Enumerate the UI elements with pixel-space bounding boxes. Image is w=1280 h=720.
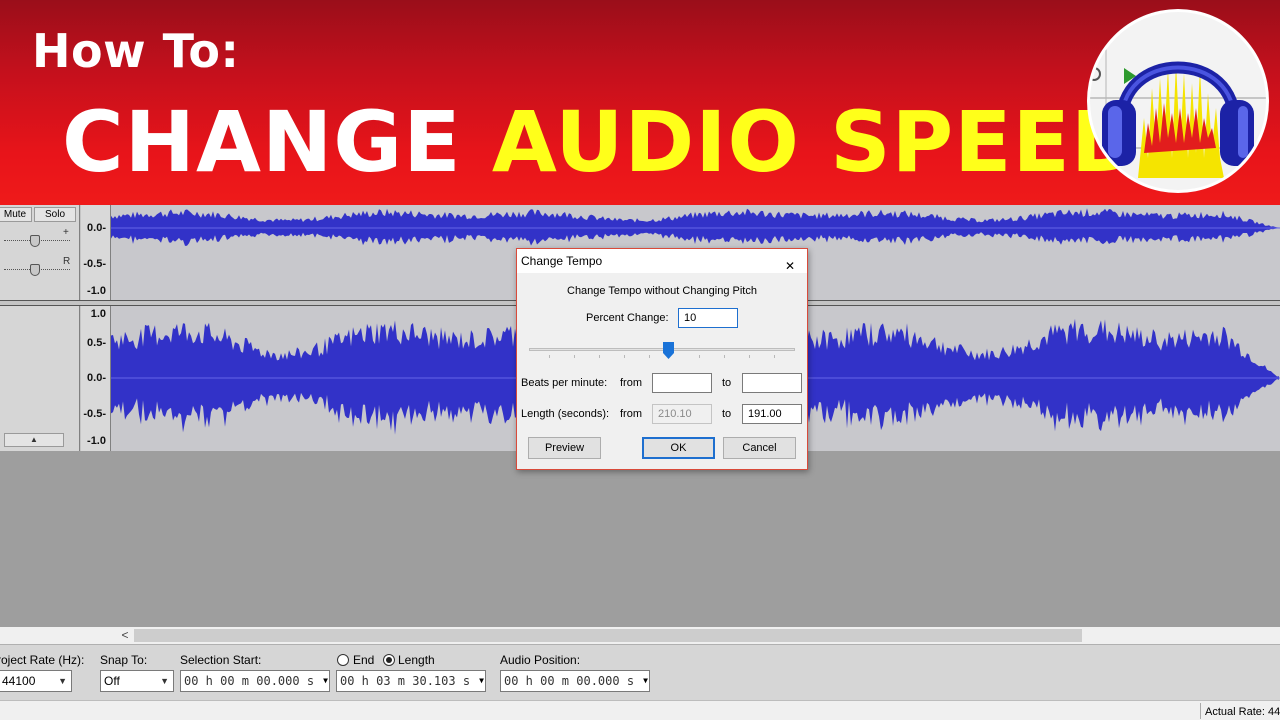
pan-slider-knob[interactable] (30, 264, 40, 276)
snap-to-label: Snap To: (100, 653, 148, 667)
percent-change-input[interactable] (678, 308, 738, 328)
pan-slider[interactable] (4, 264, 70, 276)
slider-thumb[interactable] (663, 342, 674, 359)
length-from-label: from (620, 408, 642, 420)
scroll-left-arrow[interactable]: < (118, 627, 132, 644)
close-icon: ✕ (785, 259, 796, 273)
project-rate-select[interactable]: 44100 ▼ (0, 670, 72, 692)
bpm-from-label: from (620, 377, 642, 389)
audio-position-field[interactable]: 00 h 00 m 00.000 s ▼ (500, 670, 650, 692)
length-label: Length (398, 653, 435, 667)
length-from-input (652, 404, 712, 424)
ruler-label: 0.5- (87, 337, 106, 349)
percent-change-label: Percent Change: (586, 312, 669, 324)
length-label: Length (seconds): (521, 408, 610, 420)
gain-plus-label: + (63, 227, 69, 238)
banner-title-white: CHANGE (62, 93, 462, 191)
change-tempo-dialog: Change Tempo ✕ Change Tempo without Chan… (516, 248, 808, 470)
track-control-panel: Mute Solo + R ▲ (0, 205, 80, 451)
horizontal-scrollbar[interactable]: < (0, 627, 1280, 644)
chevron-down-icon: ▼ (643, 676, 648, 685)
dialog-title-bar[interactable]: Change Tempo ✕ (517, 249, 807, 273)
gain-slider-knob[interactable] (30, 235, 40, 247)
ruler-label: 1.0 (90, 308, 106, 320)
selection-start-value: 00 h 00 m 00.000 s (184, 674, 315, 688)
audio-position-value: 00 h 00 m 00.000 s (504, 674, 635, 688)
preview-button[interactable]: Preview (528, 437, 601, 459)
selection-start-field[interactable]: 00 h 00 m 00.000 s ▼ (180, 670, 330, 692)
bpm-to-label: to (722, 377, 732, 389)
ruler-label: -0.5- (83, 408, 106, 420)
ruler-label: 0.0- (87, 372, 106, 384)
mute-button[interactable]: Mute (0, 207, 32, 222)
selection-start-label: Selection Start: (180, 653, 262, 667)
banner-title-yellow: AUDIO SPEED (491, 93, 1142, 191)
end-label: End (353, 653, 375, 667)
dialog-subtitle: Change Tempo without Changing Pitch (567, 285, 757, 297)
triangle-up-icon: ▲ (30, 435, 38, 444)
pan-right-label: R (63, 256, 71, 267)
cancel-button[interactable]: Cancel (723, 437, 796, 459)
snap-to-select[interactable]: Off ▼ (100, 670, 174, 692)
audio-position-label: Audio Position: (500, 653, 581, 667)
selection-toolbar: roject Rate (Hz): 44100 ▼ Snap To: Off ▼… (0, 644, 1280, 700)
snap-to-value: Off (104, 674, 120, 688)
chevron-down-icon: ▼ (160, 676, 169, 686)
audacity-headphones-logo-icon (1087, 9, 1269, 193)
ruler-label: -0.5- (83, 258, 106, 270)
bpm-to-input[interactable] (742, 373, 802, 393)
chevron-down-icon: ▼ (323, 676, 328, 685)
solo-button[interactable]: Solo (34, 207, 76, 222)
length-radio[interactable] (383, 654, 395, 666)
project-rate-label: roject Rate (Hz): (0, 653, 85, 667)
scrollbar-thumb[interactable] (134, 629, 1082, 642)
ok-button[interactable]: OK (642, 437, 715, 459)
dialog-title: Change Tempo (521, 254, 603, 268)
ruler-label: 0.0- (87, 222, 106, 234)
end-radio[interactable] (337, 654, 349, 666)
bpm-label: Beats per minute: (521, 377, 608, 389)
chevron-down-icon: ▼ (479, 676, 484, 685)
banner-how-to: How To: (32, 24, 240, 78)
ruler-label: -1.0 (87, 435, 106, 447)
bpm-from-input[interactable] (652, 373, 712, 393)
length-to-input[interactable] (742, 404, 802, 424)
banner-title: CHANGE AUDIO SPEED (62, 92, 1142, 192)
waveform-channel-1[interactable] (111, 208, 1279, 246)
close-button[interactable]: ✕ (781, 251, 803, 273)
title-banner: How To: CHANGE AUDIO SPEED (0, 0, 1280, 205)
length-to-label: to (722, 408, 732, 420)
length-field[interactable]: 00 h 03 m 30.103 s ▼ (336, 670, 486, 692)
gain-slider[interactable] (4, 235, 70, 247)
actual-rate-text: Actual Rate: 44 (1205, 706, 1280, 718)
percent-change-slider[interactable] (529, 342, 795, 359)
ruler-label: -1.0 (87, 285, 106, 297)
chevron-down-icon: ▼ (58, 676, 67, 686)
project-rate-value: 44100 (2, 674, 36, 688)
length-value: 00 h 03 m 30.103 s (340, 674, 471, 688)
collapse-track-button[interactable]: ▲ (4, 433, 64, 447)
status-bar: Actual Rate: 44 (0, 700, 1280, 720)
amplitude-ruler: 0.0- -0.5- -1.0 1.0 0.5- 0.0- -0.5- -1.0 (81, 205, 111, 451)
